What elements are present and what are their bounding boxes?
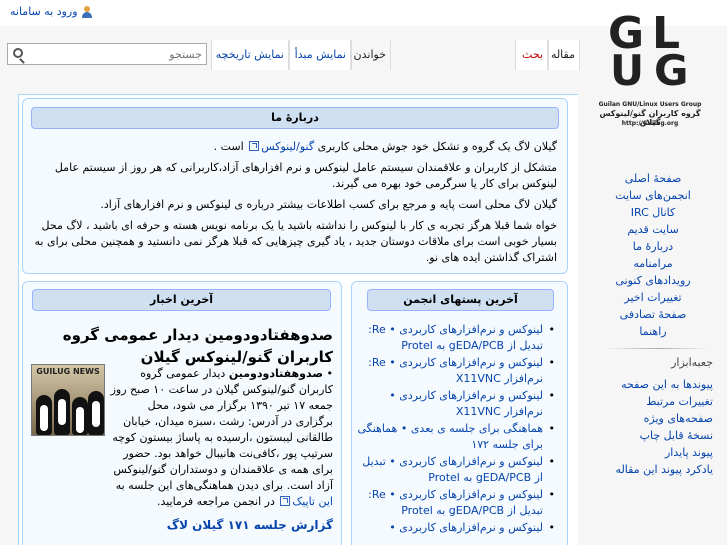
forum-item-link[interactable]: لینوکس و نرم‌افزارهای کاربردی • Re: نرم‌… xyxy=(368,356,543,385)
news-item-text: دیدار عمومی گروه کاربران گنو/لینوکس گیلا… xyxy=(110,367,333,492)
sidebar-item-about[interactable]: دربارهٔ ما xyxy=(633,240,673,253)
forum-item-link[interactable]: لینوکس و نرم‌افزارهای کاربردی • تبدیل از… xyxy=(362,455,543,484)
toolbox-cite-page[interactable]: یادکرد پیوند این مقاله xyxy=(616,463,713,476)
about-p1-end: است . xyxy=(213,140,244,153)
forum-item-link[interactable]: لینوکس و نرم‌افزارهای کاربردی • Re: تبدی… xyxy=(368,323,543,352)
tab-view-source[interactable]: نمایش مبدأ xyxy=(289,40,351,70)
penguin-icon xyxy=(72,397,88,435)
toolbox-permanent-link[interactable]: پیوند پایدار xyxy=(665,446,713,459)
news-item: • صدوهفتادودومین دیدار عمومی گروه کاربرا… xyxy=(110,367,333,508)
tab-read[interactable]: خواندن xyxy=(351,40,391,70)
news-title: آخرین اخبار xyxy=(32,289,331,311)
about-body: گیلان لاگ یک گروه و تشکل خود جوش محلی کا… xyxy=(27,139,557,271)
penguin-icon xyxy=(88,391,104,435)
forum-item[interactable]: لینوکس و نرم‌افزارهای کاربردی • xyxy=(355,520,555,536)
tab-talk[interactable]: بحث xyxy=(515,40,548,70)
forum-item[interactable]: لینوکس و نرم‌افزارهای کاربردی • Re: نرم‌… xyxy=(355,355,555,387)
tab-history[interactable]: نمایش تاریخچه xyxy=(211,40,289,70)
search-icon[interactable] xyxy=(13,48,23,58)
thumb-caption: GUILUG NEWS xyxy=(36,367,100,376)
about-p3: گیلان لاگ محلی است پایه و مرجع برای کسب … xyxy=(100,198,557,211)
about-box: دربارهٔ ما گیلان لاگ یک گروه و تشکل خود … xyxy=(22,98,568,274)
toolbox-what-links-here[interactable]: پیوندها به این صفحه xyxy=(621,378,713,391)
forum-item-link[interactable]: هماهنگی برای جلسه ی بعدی • هماهنگی برای … xyxy=(357,422,543,451)
search-box xyxy=(7,43,207,65)
forum-box: آخرین پستهای انجمن لینوکس و نرم‌افزارهای… xyxy=(351,281,568,545)
forum-item[interactable]: هماهنگی برای جلسه ی بعدی • هماهنگی برای … xyxy=(355,421,555,453)
news-thumbnail[interactable]: GUILUG NEWS xyxy=(31,364,105,436)
about-title: دربارهٔ ما xyxy=(31,107,559,129)
forum-item-link[interactable]: لینوکس و نرم‌افزارهای کاربردی • Re: تبدی… xyxy=(368,488,543,517)
forum-title: آخرین پستهای انجمن xyxy=(367,289,554,311)
forum-list: لینوکس و نرم‌افزارهای کاربردی • Re: تبدی… xyxy=(355,322,555,537)
logo-url: http://Guilug.org xyxy=(621,120,679,127)
news-topic-link[interactable]: این تاپیک xyxy=(292,495,333,508)
forum-item[interactable]: لینوکس و نرم‌افزارهای کاربردی • نرم‌افزا… xyxy=(355,388,555,420)
news-report-link[interactable]: گزارش جلسه ۱۷۱ گیلان لاگ xyxy=(167,518,333,532)
about-p4: خواه شما قبلا هرگز تجربه ی کار با لینوکس… xyxy=(34,219,557,264)
logo-letter-g2: G xyxy=(654,46,689,95)
sidebar-item-random-page[interactable]: صفحهٔ تصادفی xyxy=(620,308,687,321)
forum-item[interactable]: لینوکس و نرم‌افزارهای کاربردی • Re: تبدی… xyxy=(355,322,555,354)
penguin-icon xyxy=(36,395,52,435)
login-link[interactable]: ورود به سامانه xyxy=(10,5,92,18)
sidebar-item-current-events[interactable]: رویدادهای کنونی xyxy=(615,274,690,287)
news-item-bold: صدوهفتادودومین xyxy=(228,367,323,380)
sidebar-item-irc[interactable]: کانال IRC xyxy=(631,206,676,219)
tab-article[interactable]: مقاله xyxy=(548,40,580,70)
sidebar-nav: صفحهٔ اصلی انجمن‌های سایت کانال IRC سایت… xyxy=(593,170,713,340)
site-logo[interactable]: G U L G Guilan GNU/Linux Users Group گرو… xyxy=(590,12,710,132)
about-p2: متشکل از کاربران و علاقمندان سیستم عامل … xyxy=(54,161,557,190)
sidebar-item-charter[interactable]: مرامنامه xyxy=(633,257,672,270)
sidebar-item-main-page[interactable]: صفحهٔ اصلی xyxy=(625,172,682,185)
logo-caption-en: Guilan GNU/Linux Users Group xyxy=(598,101,702,108)
gnu-linux-link[interactable]: گنو/لینوکس xyxy=(261,140,314,153)
toolbox-related-changes[interactable]: تغییرات مرتبط xyxy=(646,395,713,408)
about-p1-start: گیلان لاگ یک گروه و تشکل خود جوش محلی کا… xyxy=(317,140,557,153)
toolbox-special-pages[interactable]: صفحه‌های ویژه xyxy=(644,412,713,425)
sidebar-divider xyxy=(600,348,715,349)
news-box: آخرین اخبار صدوهفتادودومین دیدار عمومی گ… xyxy=(22,281,342,545)
toolbox-printable-version[interactable]: نسخهٔ قابل چاپ xyxy=(640,429,713,442)
sidebar-item-old-site[interactable]: سایت قدیم xyxy=(627,223,678,236)
news-item-tail: در انجمن مراجعه فرمایید. xyxy=(156,495,275,508)
toolbox-list: پیوندها به این صفحه تغییرات مرتبط صفحه‌ه… xyxy=(593,376,713,478)
logo-letter-u: U xyxy=(610,46,645,95)
user-icon xyxy=(81,5,92,18)
forum-item[interactable]: لینوکس و نرم‌افزارهای کاربردی • تبدیل از… xyxy=(355,454,555,486)
external-link-icon xyxy=(280,496,291,506)
sidebar-item-forums[interactable]: انجمن‌های سایت xyxy=(615,189,691,202)
search-input[interactable] xyxy=(36,44,206,64)
penguin-icon xyxy=(54,389,70,435)
forum-item[interactable]: لینوکس و نرم‌افزارهای کاربردی • Re: تبدی… xyxy=(355,487,555,519)
login-label[interactable]: ورود به سامانه xyxy=(10,5,78,18)
sidebar-item-help[interactable]: راهنما xyxy=(639,325,666,338)
forum-item-link[interactable]: لینوکس و نرم‌افزارهای کاربردی • xyxy=(389,521,543,534)
news-headline: صدوهفتادودومین دیدار عمومی گروه کاربران … xyxy=(62,326,333,366)
logo-letters: G U L G xyxy=(608,12,694,94)
sidebar-item-recent-changes[interactable]: تغییرات اخیر xyxy=(624,291,681,304)
forum-item-link[interactable]: لینوکس و نرم‌افزارهای کاربردی • نرم‌افزا… xyxy=(389,389,543,418)
toolbox-title: جعبه‌ابزار xyxy=(671,356,713,369)
external-link-icon xyxy=(249,141,260,151)
about-p1: گیلان لاگ یک گروه و تشکل خود جوش محلی کا… xyxy=(27,139,557,155)
sidebar: صفحهٔ اصلی انجمن‌های سایت کانال IRC سایت… xyxy=(593,170,713,476)
